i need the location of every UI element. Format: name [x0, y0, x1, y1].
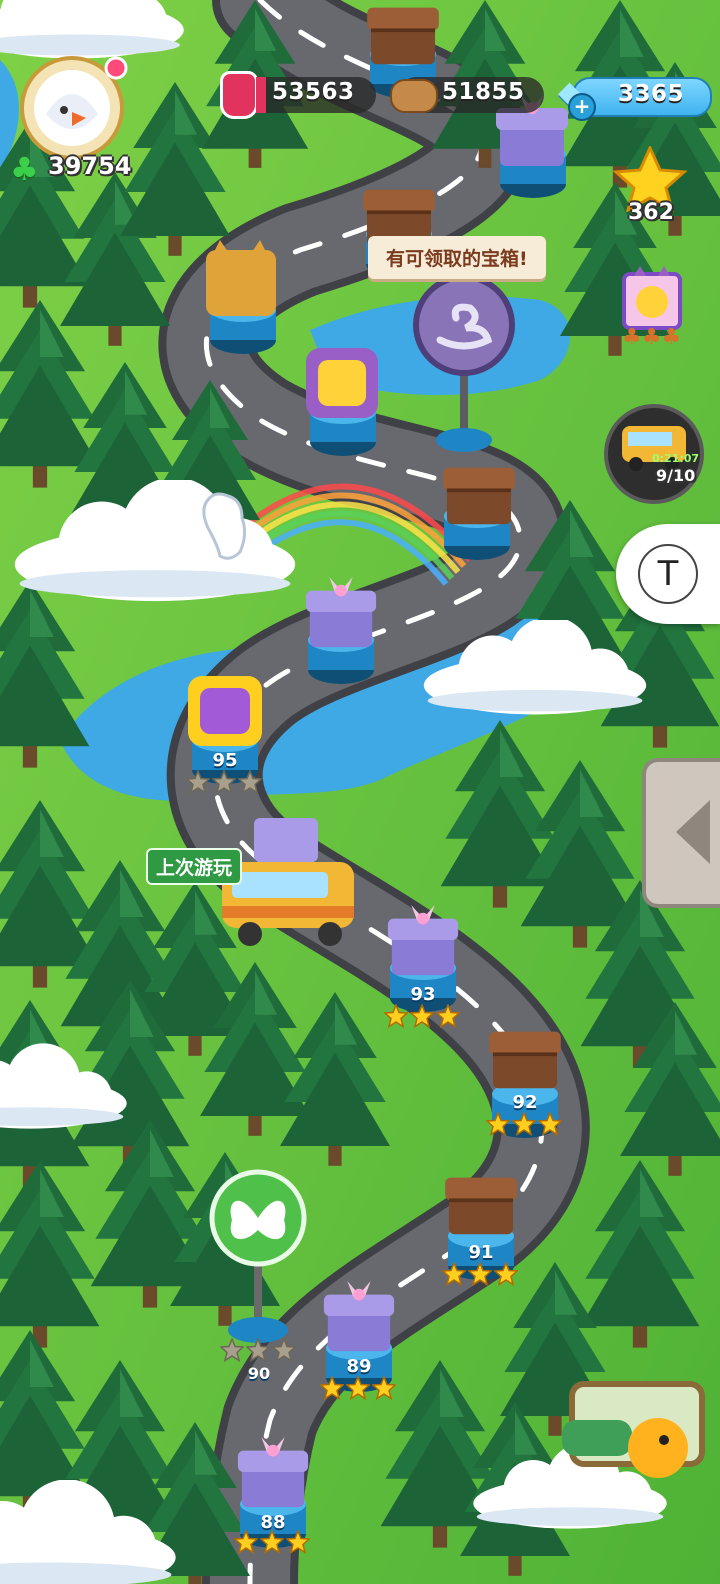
- star-filled-icon: [372, 1376, 396, 1400]
- star-empty-icon: [186, 770, 210, 794]
- level-91-stars: [442, 1262, 518, 1286]
- star-filled-icon: [538, 1112, 562, 1136]
- character-card-button[interactable]: ♣♣♣: [618, 266, 688, 350]
- level-95-stars: [186, 770, 262, 794]
- svg-text:♣♣♣: ♣♣♣: [622, 325, 681, 346]
- star-filled-icon: [346, 1376, 370, 1400]
- star-filled-icon: [320, 1376, 344, 1400]
- level-number: 89: [346, 1356, 372, 1377]
- map-background: [0, 0, 720, 1584]
- star-count-value: 362: [628, 200, 674, 225]
- level-88-stars: [234, 1530, 310, 1554]
- chest-available-text: 有可领取的宝箱!: [386, 248, 528, 270]
- bus-timer: 0:21:07: [652, 452, 700, 465]
- star-empty-icon: [272, 1338, 296, 1362]
- wood-counter[interactable]: 51855: [390, 77, 544, 113]
- bus-progress: 9/10: [656, 466, 696, 485]
- clover-score-value: 39754: [48, 152, 132, 180]
- star-empty-icon: [220, 1338, 244, 1362]
- star-filled-icon: [512, 1112, 536, 1136]
- bus-event-button[interactable]: 0:21:07 9/10: [604, 404, 704, 504]
- star-empty-icon: [212, 770, 236, 794]
- chevron-left-icon: [676, 800, 710, 864]
- level-number: 93: [410, 984, 436, 1005]
- star-filled-icon: [260, 1530, 284, 1554]
- star-filled-icon: [468, 1262, 492, 1286]
- gem-value: 3365: [618, 81, 685, 107]
- level-number: 95: [212, 750, 238, 771]
- wood-value: 51855: [442, 79, 525, 105]
- level-number: 90: [247, 1364, 271, 1383]
- star-filled-icon: [410, 1004, 434, 1028]
- level-90-node[interactable]: 90: [230, 1364, 288, 1383]
- level-93-stars: [384, 1004, 460, 1028]
- level-90-stars: [220, 1338, 296, 1362]
- level-89-node[interactable]: 89: [330, 1356, 388, 1377]
- text-tool-icon: T: [638, 544, 698, 604]
- star-empty-icon: [238, 770, 262, 794]
- side-panel-toggle[interactable]: [642, 758, 720, 908]
- star-filled-icon: [486, 1112, 510, 1136]
- text-tool-button[interactable]: T: [616, 524, 720, 624]
- star-filled-icon: [442, 1262, 466, 1286]
- last-played-tag: 上次游玩: [146, 848, 243, 885]
- level-92-node[interactable]: 92: [496, 1092, 554, 1113]
- star-filled-icon: [286, 1530, 310, 1554]
- star-filled-icon: [384, 1004, 408, 1028]
- gem-counter[interactable]: ◆ + 3365: [558, 75, 712, 121]
- star-filled-icon: [436, 1004, 460, 1028]
- potion-icon: [220, 71, 258, 119]
- level-91-node[interactable]: 91: [452, 1242, 510, 1263]
- chest-available-bubble[interactable]: 有可领取的宝箱!: [368, 236, 546, 279]
- level-number: 91: [468, 1242, 494, 1263]
- star-empty-icon: [246, 1338, 270, 1362]
- wood-log-icon: [390, 79, 438, 113]
- level-92-stars: [486, 1112, 562, 1136]
- star-counter[interactable]: 362: [612, 144, 688, 230]
- level-89-stars: [320, 1376, 396, 1400]
- level-number: 92: [512, 1092, 538, 1113]
- map-tool-button[interactable]: [560, 1380, 706, 1480]
- player-avatar[interactable]: [16, 54, 128, 162]
- add-gems-button[interactable]: +: [568, 93, 596, 121]
- avatar-icon: [20, 56, 128, 160]
- potion-counter[interactable]: 53563: [220, 71, 376, 119]
- last-played-text: 上次游玩: [156, 857, 233, 879]
- star-filled-icon: [494, 1262, 518, 1286]
- level-95-node[interactable]: 95: [196, 750, 254, 771]
- potion-value: 53563: [272, 79, 355, 105]
- star-filled-icon: [234, 1530, 258, 1554]
- character-card-icon: ♣♣♣: [622, 266, 682, 350]
- clover-icon: ♣: [10, 150, 39, 188]
- level-93-node[interactable]: 93: [394, 984, 452, 1005]
